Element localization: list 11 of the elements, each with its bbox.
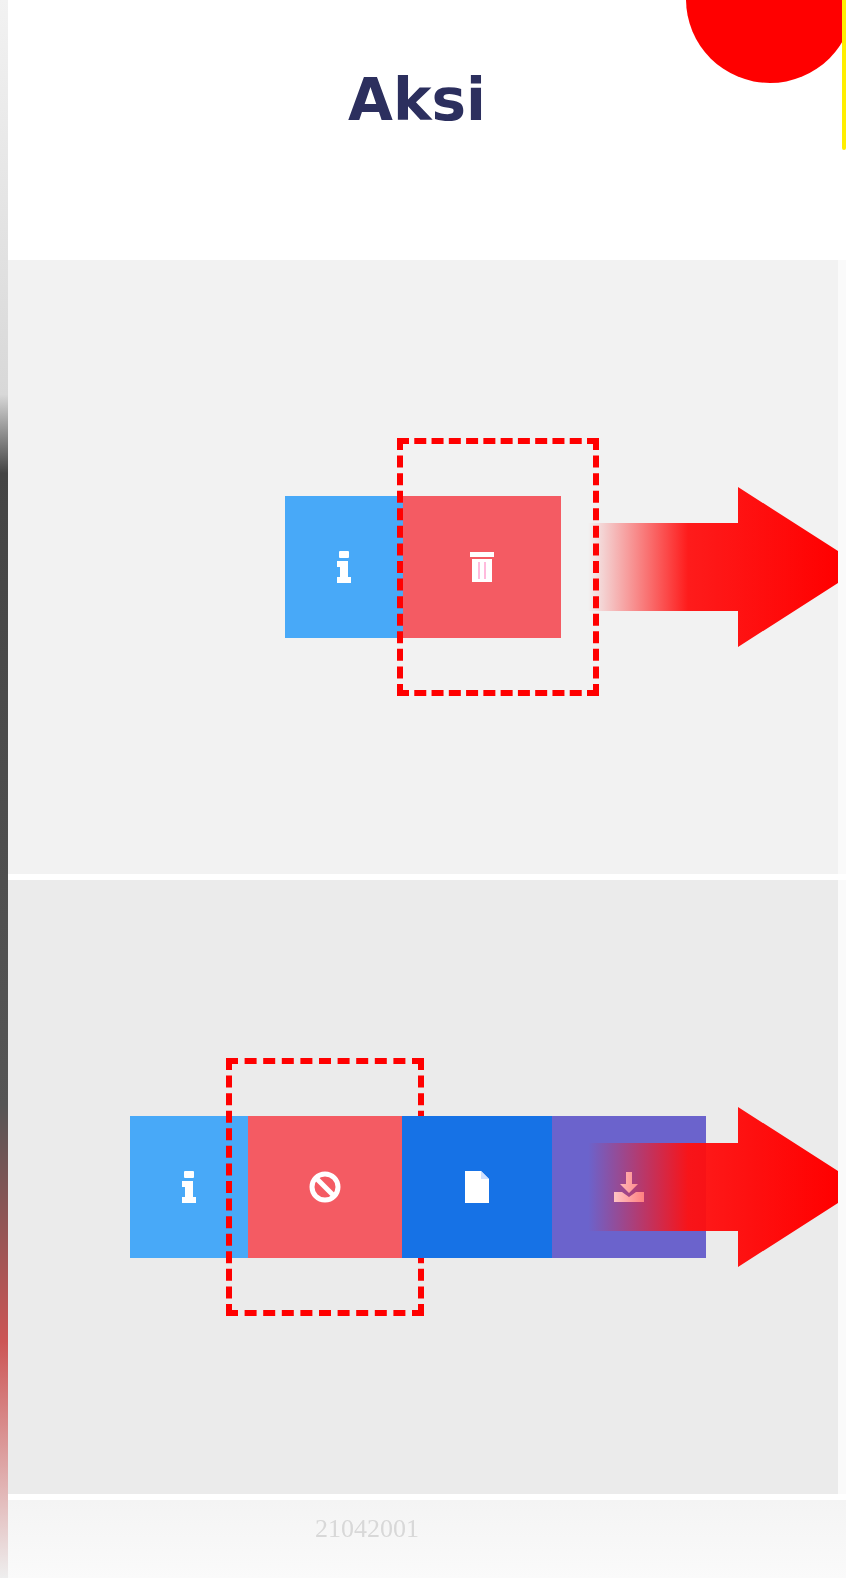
cancel-button[interactable]	[248, 1116, 402, 1258]
info-icon	[334, 551, 354, 583]
info-button[interactable]	[285, 496, 403, 638]
info-button[interactable]	[130, 1116, 248, 1258]
ban-icon	[309, 1171, 341, 1203]
column-header: Aksi	[348, 66, 486, 134]
trash-icon	[470, 552, 494, 582]
document-icon	[465, 1171, 489, 1203]
document-button[interactable]	[402, 1116, 552, 1258]
delete-button[interactable]	[403, 496, 561, 638]
info-icon	[179, 1171, 199, 1203]
